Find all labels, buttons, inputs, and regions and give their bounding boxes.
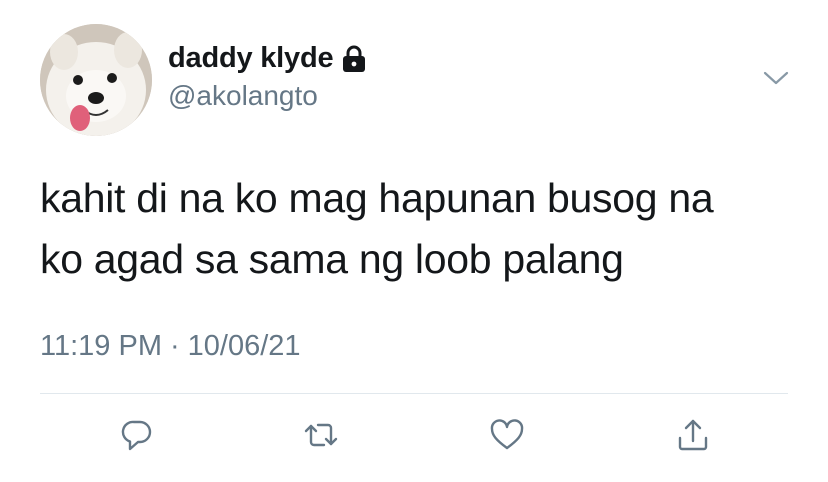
tweet-text-line: kahit di na ko mag hapunan busog na — [40, 175, 714, 221]
retweet-icon — [304, 423, 338, 447]
tweet-text-line: ko agad sa sama ng loob palang — [40, 236, 624, 282]
share-icon — [678, 419, 708, 451]
avatar[interactable] — [40, 24, 152, 136]
retweet-button[interactable] — [296, 410, 346, 460]
timestamp[interactable]: 11:19 PM · 10/06/21 — [40, 330, 301, 363]
reply-icon — [121, 420, 152, 451]
divider — [40, 393, 788, 394]
chevron-down-icon[interactable] — [760, 64, 792, 92]
tweet-card: daddy klyde @akolangto kahit di na ko ma… — [0, 0, 828, 482]
display-name-row: daddy klyde — [168, 38, 367, 78]
action-bar — [0, 410, 828, 460]
heart-icon — [490, 419, 524, 450]
timestamp-separator: · — [169, 330, 180, 362]
tweet-date: 10/06/21 — [187, 330, 301, 362]
user-handle[interactable]: @akolangto — [168, 80, 318, 112]
reply-button[interactable] — [112, 410, 162, 460]
dog-avatar-image — [40, 24, 152, 136]
tweet-text: kahit di na ko mag hapunan busog na ko a… — [40, 168, 800, 290]
share-button[interactable] — [668, 410, 718, 460]
display-name[interactable]: daddy klyde — [168, 42, 334, 75]
tweet-time: 11:19 PM — [40, 330, 162, 362]
like-button[interactable] — [482, 410, 532, 460]
lock-icon — [341, 45, 367, 73]
